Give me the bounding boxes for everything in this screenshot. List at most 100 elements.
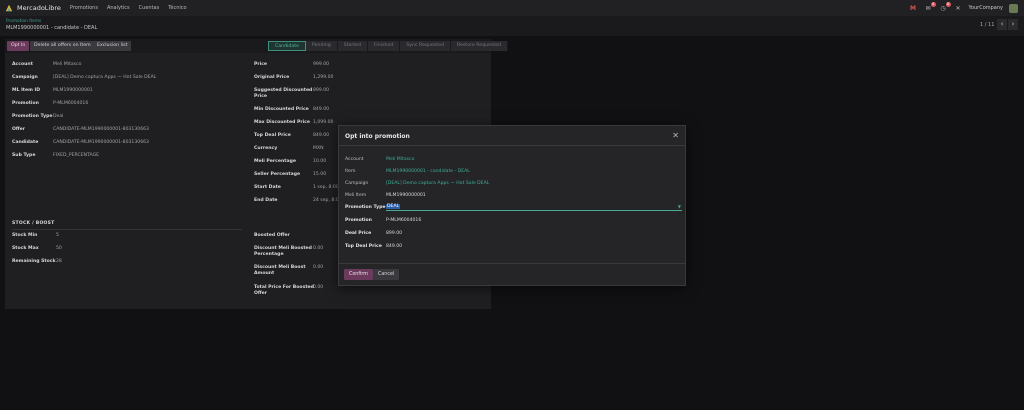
breadcrumb-parent[interactable]: Promotion Items — [6, 19, 41, 24]
field-label-currency: Currency — [254, 146, 278, 151]
field-label-seller-percentage: Seller Percentage — [254, 172, 301, 177]
dialog-value-item[interactable]: MLM1990000001 - candidate - DEAL — [386, 169, 470, 174]
field-label-boosted-offer: Boosted Offer — [254, 233, 290, 238]
field-value-account[interactable]: Meli Mitasco — [53, 62, 81, 67]
pager-value[interactable]: 1 / 11 — [980, 22, 994, 28]
field-value-promotion-type[interactable]: Deal — [53, 114, 63, 119]
dropdown-caret-icon[interactable]: ▼ — [678, 204, 681, 209]
field-value-price[interactable]: 999.00 — [313, 62, 329, 67]
field-label-discount-meli-boosted-percentage-line2: Percentage — [254, 252, 284, 257]
field-label-top-deal-price: Top Deal Price — [254, 133, 291, 138]
dialog-label-deal-price: Deal Price — [345, 231, 372, 236]
menu-promotions[interactable]: Promotions — [70, 5, 98, 11]
dialog-value-campaign[interactable]: [DEAL] Demo captura Apps — Hot Sale DEAL — [386, 181, 489, 186]
tools-icon[interactable]: ✕ — [954, 4, 963, 13]
control-panel — [0, 16, 1024, 36]
dialog-value-account[interactable]: Meli Mitasco — [386, 157, 414, 162]
field-label-campaign: Campaign — [12, 75, 38, 80]
field-value-offer[interactable]: CANDIDATE-MLM1990000001-803130663 — [53, 127, 149, 132]
app-logo-icon — [5, 4, 13, 12]
field-value-remaining-stock[interactable]: 28 — [56, 259, 62, 264]
field-label-discount-meli-boost-amount-line2: Amount — [254, 271, 275, 276]
field-value-total-price-boosted-offer[interactable]: 0.00 — [313, 285, 323, 290]
field-label-ml-item-id: ML Item ID — [12, 88, 41, 93]
field-label-promotion: Promotion — [12, 101, 39, 106]
menu-analytics[interactable]: Analytics — [107, 5, 130, 11]
activity-clock-icon[interactable]: ◷ 8 — [939, 1, 951, 13]
dialog-label-account: Account — [345, 157, 364, 162]
field-value-campaign[interactable]: [DEAL] Demo captura Apps — Hot Sale DEAL — [53, 75, 156, 80]
dialog-label-top-deal-price: Top Deal Price — [345, 244, 382, 249]
chat-icon[interactable]: ✉ 4 — [924, 1, 936, 13]
dialog-value-deal-price[interactable]: 899.00 — [386, 231, 402, 236]
dialog-value-promotion: P-MLM6004016 — [386, 218, 422, 223]
stage-sync-requested[interactable]: Sync Requested — [400, 41, 451, 51]
user-avatar[interactable] — [1009, 3, 1018, 13]
field-value-candidate[interactable]: CANDIDATE-MLM1990000001-803130663 — [53, 140, 149, 145]
field-value-stock-min[interactable]: 5 — [56, 233, 59, 238]
field-value-meli-percentage[interactable]: 10.00 — [313, 159, 326, 164]
field-label-promotion-type: Promotion Type — [12, 114, 53, 119]
field-label-suggested-discounted-price-line2: Price — [254, 94, 268, 99]
gmail-icon[interactable]: M — [909, 4, 918, 13]
field-value-currency[interactable]: MXN — [313, 146, 324, 151]
field-value-start-date[interactable]: 1 sep, 8:00 — [313, 185, 339, 190]
pager-next-button[interactable]: › — [1008, 19, 1018, 30]
exclusion-list-button[interactable]: Exclusion list — [93, 41, 132, 51]
stage-candidate[interactable]: Candidate — [268, 41, 306, 51]
field-label-min-discounted-price: Min Discounted Price — [254, 107, 309, 112]
pager-previous-button[interactable]: ‹ — [997, 19, 1007, 30]
field-value-max-discounted-price[interactable]: 1,099.00 — [313, 120, 333, 125]
status-stages: Candidate Pending Started Finished Sync … — [268, 41, 509, 51]
field-value-suggested-discounted-price[interactable]: 899.00 — [313, 88, 329, 93]
dialog-label-promotion: Promotion — [345, 218, 372, 223]
stage-restore-requested[interactable]: Restore Requested — [450, 41, 509, 51]
field-value-seller-percentage[interactable]: 15.00 — [313, 172, 326, 177]
chevron-left-icon: ‹ — [1000, 20, 1004, 28]
field-label-stock-max: Stock Max — [12, 246, 39, 251]
field-value-stock-max[interactable]: 50 — [56, 246, 62, 251]
field-value-top-deal-price[interactable]: 849.00 — [313, 133, 329, 138]
stage-started[interactable]: Started — [337, 41, 369, 51]
field-value-discount-meli-boosted-percentage[interactable]: 0.00 — [313, 246, 323, 251]
field-label-suggested-discounted-price: Suggested Discounted — [254, 88, 313, 93]
field-label-discount-meli-boost-amount: Discount Meli Boost — [254, 265, 306, 270]
dialog-label-meli-item: Meli Item — [345, 193, 367, 198]
field-value-sub-type[interactable]: FIXED_PERCENTAGE — [53, 153, 99, 158]
field-label-account: Account — [12, 62, 33, 67]
menu-cuentas[interactable]: Cuentas — [139, 5, 160, 11]
close-icon[interactable]: ✕ — [672, 131, 679, 140]
promotion-type-select[interactable]: DEAL ▼ — [386, 204, 682, 211]
cancel-button[interactable]: Cancel — [373, 269, 400, 280]
app-title: MercadoLibre — [17, 4, 61, 12]
field-label-max-discounted-price: Max Discounted Price — [254, 120, 311, 125]
field-value-original-price[interactable]: 1,299.00 — [313, 75, 333, 80]
field-label-candidate: Candidate — [12, 140, 39, 145]
field-label-end-date: End Date — [254, 198, 278, 203]
delete-all-offers-button[interactable]: Delete all offers on Item — [30, 41, 95, 51]
company-switcher[interactable]: YourCompany — [969, 5, 1003, 11]
dialog-header: Opt into promotion ✕ — [339, 126, 685, 146]
dialog-label-promotion-type: Promotion Type — [345, 205, 386, 210]
opt-in-dialog: Opt into promotion ✕ Account Meli Mitasc… — [338, 125, 686, 286]
field-value-discount-meli-boost-amount[interactable]: 0.00 — [313, 265, 323, 270]
field-label-meli-percentage: Meli Percentage — [254, 159, 296, 164]
promotion-type-selected-value[interactable]: DEAL — [386, 204, 401, 209]
field-label-offer: Offer — [12, 127, 26, 132]
confirm-button[interactable]: Confirm — [344, 269, 373, 280]
dialog-value-meli-item: MLM1990000001 — [386, 193, 426, 198]
app-brand[interactable]: MercadoLibre — [5, 4, 61, 12]
activity-badge: 8 — [945, 1, 951, 7]
stage-finished[interactable]: Finished — [368, 41, 401, 51]
dialog-title: Opt into promotion — [345, 133, 410, 140]
menu-tecnico[interactable]: Técnico — [168, 5, 186, 11]
stage-pending[interactable]: Pending — [305, 41, 338, 51]
field-label-remaining-stock: Remaining Stock — [12, 259, 56, 264]
opt-in-button[interactable]: Opt In — [7, 41, 30, 51]
field-value-ml-item-id[interactable]: MLM1990000001 — [53, 88, 93, 93]
field-label-discount-meli-boosted-percentage: Discount Meli Boosted — [254, 246, 312, 251]
field-value-promotion[interactable]: P-MLM6004016 — [53, 101, 88, 106]
field-value-min-discounted-price[interactable]: 849.00 — [313, 107, 329, 112]
section-divider — [12, 229, 242, 230]
breadcrumb-current: MLM1990000001 - candidate - DEAL — [6, 25, 98, 31]
